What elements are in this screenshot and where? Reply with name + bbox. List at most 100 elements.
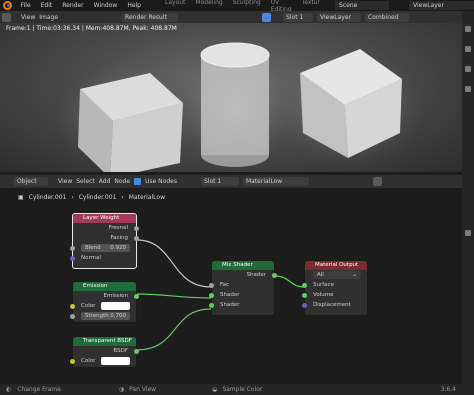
scene-selector[interactable]: Scene (335, 1, 389, 10)
layer-weight-node[interactable]: Layer Weight Fresnel Facing Blend 0.920 N… (70, 213, 139, 269)
link-mix-surface (274, 275, 305, 288)
version-label: 3.6.4 (440, 386, 456, 393)
menu-file[interactable]: File (21, 2, 31, 9)
material-slot-dropdown[interactable]: Slot 1 (200, 177, 239, 186)
object-mode-dropdown[interactable]: Object (14, 177, 48, 186)
main-menu: File Edit Render Window Help (16, 2, 146, 9)
socket[interactable] (70, 245, 75, 251)
view-layer-selector[interactable]: ViewLayer (409, 1, 474, 10)
use-nodes-checkbox[interactable] (134, 178, 142, 185)
socket[interactable] (209, 292, 214, 298)
editor-type-icon[interactable] (2, 12, 11, 22)
socket[interactable] (209, 302, 214, 308)
output-fresnel: Fresnel (73, 223, 139, 233)
image-selector[interactable]: Render Result (122, 12, 179, 22)
breadcrumb-material[interactable]: MaterialLow (129, 194, 165, 201)
socket[interactable] (70, 358, 75, 364)
menu-edit[interactable]: Edit (41, 2, 53, 9)
pin-icon[interactable] (262, 12, 272, 22)
node-title: Mix Shader (212, 261, 274, 270)
input-displacement: Displacement (302, 300, 367, 310)
socket[interactable] (134, 225, 139, 231)
menu-help[interactable]: Help (127, 2, 141, 9)
cylinder (200, 42, 270, 167)
node-editor-header: Object View Select Add Node Use Nodes Sl… (0, 175, 462, 188)
status-change-frame: Change Frame (17, 386, 61, 393)
menu-window[interactable]: Window (94, 2, 118, 9)
render-stats: Frame:1 | Time:03:36.34 | Mem:408.87M, P… (6, 25, 177, 32)
color-field[interactable]: Color (70, 301, 136, 311)
input-fac: Fac (209, 280, 274, 290)
target-dropdown[interactable]: All ⌄ (305, 270, 367, 280)
material-selector[interactable]: MaterialLow (242, 177, 309, 186)
rendered-scene (55, 42, 425, 172)
chevron-right-icon: › (71, 194, 74, 201)
color-field[interactable]: Color (70, 356, 136, 366)
breadcrumb-mesh[interactable]: Cylinder.001 (79, 194, 117, 201)
object-icon: ▣ (18, 194, 24, 201)
tool-icon[interactable] (465, 46, 471, 52)
breadcrumb: ▣ Cylinder.001 › Cylinder.001 › Material… (18, 194, 165, 201)
input-volume: Volume (302, 290, 367, 300)
output-facing: Facing (73, 233, 139, 243)
socket[interactable] (134, 293, 139, 299)
slot-selector[interactable]: Slot 1 (283, 12, 314, 22)
pin-icon[interactable] (372, 177, 382, 186)
input-shader-2: Shader (209, 300, 274, 310)
transparent-bsdf-node[interactable]: Transparent BSDF BSDF Color (70, 336, 139, 368)
status-bar: ◐ Change Frame ◑ Pan View ◒ Sample Color… (0, 384, 462, 395)
node-title: Emission (73, 282, 136, 291)
node-title: Material Output (305, 261, 367, 270)
status-pan-view: Pan View (129, 386, 157, 393)
menu-view[interactable]: View (21, 14, 35, 21)
pass-dropdown[interactable]: Combined (365, 12, 410, 22)
socket[interactable] (134, 235, 139, 241)
socket[interactable] (134, 348, 139, 354)
socket[interactable] (272, 272, 277, 278)
menu-node[interactable]: Node (114, 178, 130, 185)
input-shader-1: Shader (209, 290, 274, 300)
link-transparent-shader (135, 308, 212, 351)
breadcrumb-object[interactable]: Cylinder.001 (29, 194, 67, 201)
socket[interactable] (302, 292, 307, 298)
use-nodes-label: Use Nodes (145, 178, 177, 185)
output-emission: Emission (73, 291, 139, 301)
menu-add[interactable]: Add (99, 178, 111, 185)
menu-view[interactable]: View (58, 178, 72, 185)
socket[interactable] (70, 255, 75, 261)
node-title: Transparent BSDF (73, 337, 136, 346)
node-title: Layer Weight (73, 214, 136, 223)
color-swatch[interactable] (101, 302, 130, 310)
input-surface: Surface (302, 280, 367, 290)
blend-field[interactable]: Blend 0.920 (70, 243, 136, 253)
input-normal: Normal (70, 253, 136, 263)
render-result-image (0, 23, 462, 172)
mouse-icon: ◑ (118, 386, 125, 393)
menu-select[interactable]: Select (76, 178, 95, 185)
socket[interactable] (70, 303, 75, 309)
socket[interactable] (302, 282, 307, 288)
link-facing-fac (136, 239, 212, 288)
tool-icon[interactable] (465, 26, 471, 32)
tool-icon[interactable] (465, 86, 471, 92)
material-output-node[interactable]: Material Output All ⌄ Surface Volume Disp… (302, 260, 368, 316)
menu-render[interactable]: Render (62, 2, 83, 9)
tool-icon[interactable] (465, 230, 471, 236)
emission-node[interactable]: Emission Emission Color Strength 0.700 (70, 281, 139, 323)
socket[interactable] (302, 302, 307, 308)
mix-shader-node[interactable]: Mix Shader Shader Fac Shader Shader (209, 260, 277, 316)
strength-field[interactable]: Strength 0.700 (70, 311, 136, 321)
view-layer-dropdown[interactable]: ViewLayer (317, 12, 362, 22)
output-bsdf: BSDF (73, 346, 139, 356)
output-shader: Shader (212, 270, 277, 280)
socket[interactable] (209, 282, 214, 288)
menu-image[interactable]: Image (39, 14, 58, 21)
color-swatch[interactable] (101, 357, 130, 365)
mouse-icon: ◐ (6, 386, 12, 393)
status-sample-color: Sample Color (222, 386, 263, 393)
mouse-icon: ◒ (212, 386, 218, 393)
socket[interactable] (70, 313, 75, 319)
blender-logo-icon[interactable] (3, 1, 12, 10)
tool-icon[interactable] (465, 66, 471, 72)
chevron-right-icon: › (121, 194, 124, 201)
